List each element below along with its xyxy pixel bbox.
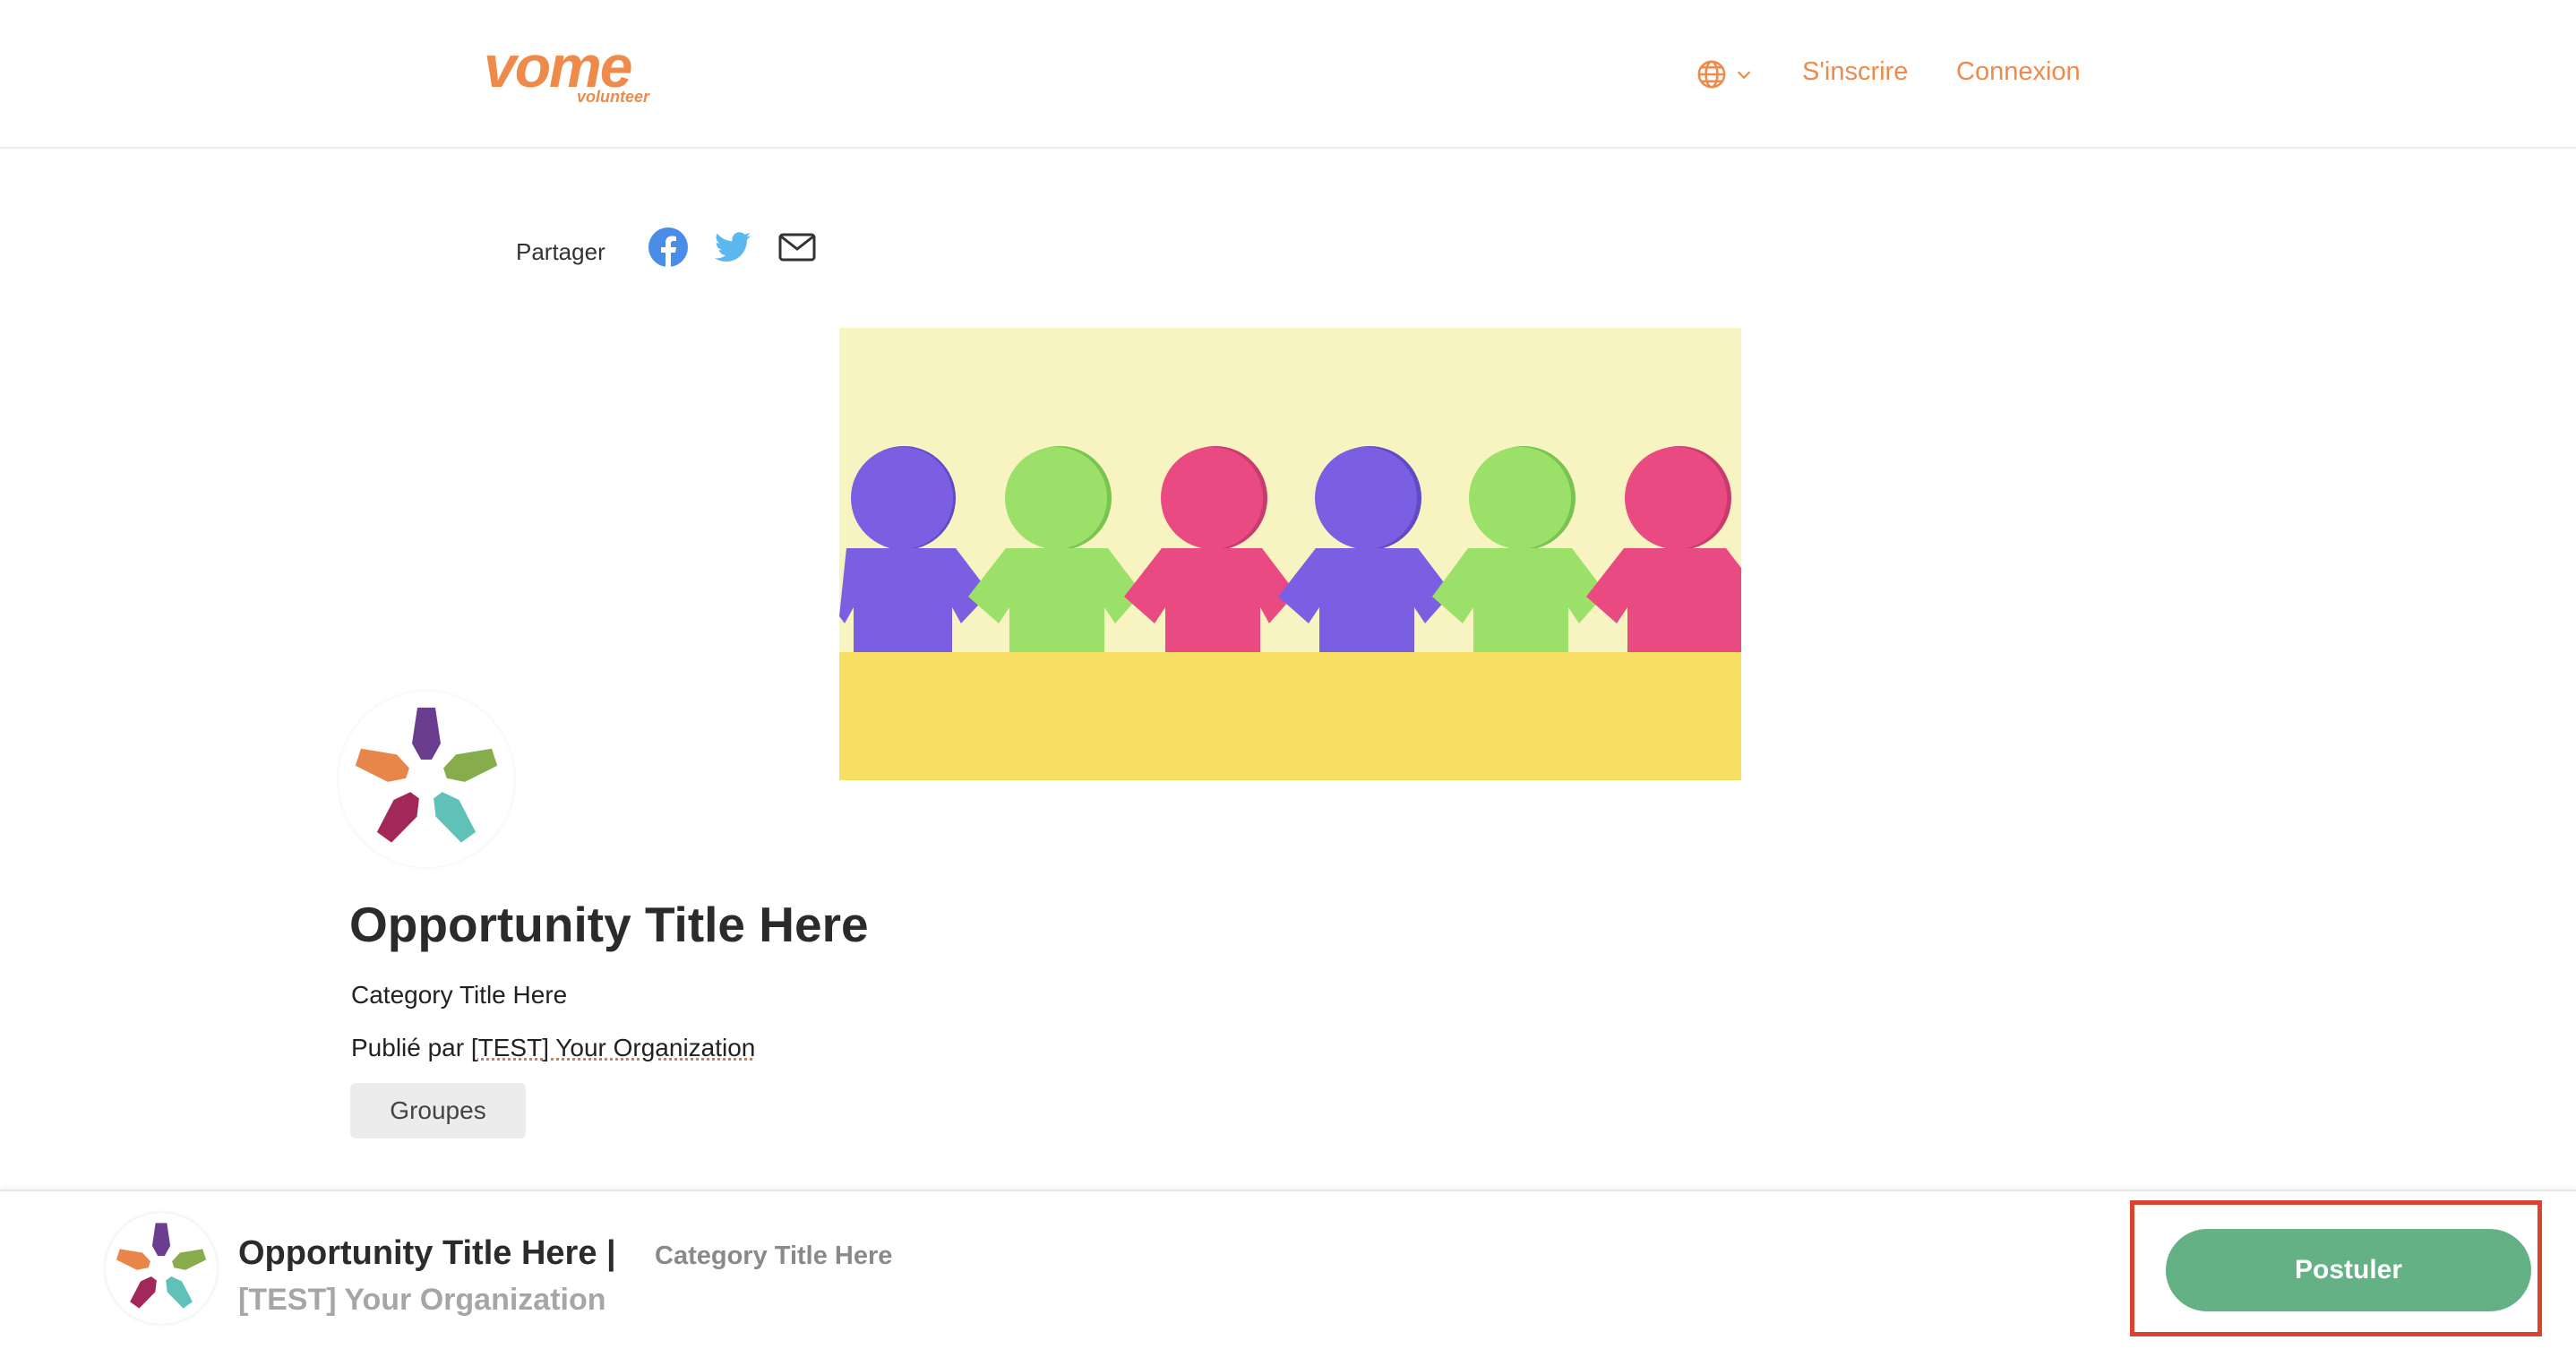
signup-link[interactable]: S'inscrire — [1802, 57, 1908, 87]
opportunity-title: Opportunity Title Here — [349, 897, 869, 952]
people-illustration — [839, 328, 1741, 780]
globe-icon — [1697, 60, 1726, 89]
hands-logo-icon — [355, 708, 498, 843]
chevron-down-icon — [1737, 71, 1751, 80]
login-link[interactable]: Connexion — [1956, 57, 2081, 87]
apply-footer-bar: Opportunity Title Here | Category Title … — [0, 1190, 2576, 1349]
hands-logo-icon — [116, 1223, 207, 1309]
twitter-icon[interactable] — [711, 226, 754, 269]
published-by: Publié par [TEST] Your Organization — [351, 1034, 755, 1062]
facebook-icon[interactable] — [647, 226, 690, 269]
vome-logo[interactable]: vome volunteer — [484, 32, 663, 113]
language-selector[interactable] — [1696, 54, 1763, 95]
published-by-prefix: Publié par — [351, 1034, 465, 1061]
share-label: Partager — [516, 238, 605, 265]
opportunity-banner-image — [839, 328, 1741, 780]
opportunity-category: Category Title Here — [351, 981, 568, 1009]
footer-organization: [TEST] Your Organization — [238, 1283, 606, 1317]
footer-organization-logo — [106, 1213, 217, 1324]
groups-tag: Groupes — [350, 1083, 526, 1138]
site-header: vome volunteer S'inscrire Connexion — [0, 0, 2576, 149]
mail-icon[interactable] — [776, 226, 819, 269]
organization-logo — [339, 692, 514, 867]
apply-button[interactable]: Postuler — [2166, 1229, 2531, 1311]
footer-opportunity-title: Opportunity Title Here | — [238, 1234, 616, 1272]
footer-category: Category Title Here — [655, 1242, 893, 1270]
organization-link[interactable]: [TEST] Your Organization — [471, 1034, 756, 1061]
logo-subtitle: volunteer — [577, 88, 650, 106]
